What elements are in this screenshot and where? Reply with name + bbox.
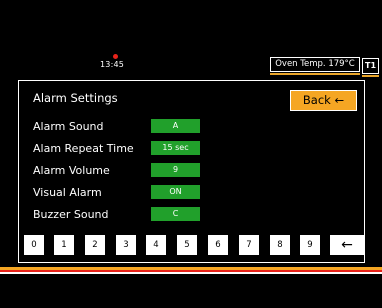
keypad-key-4[interactable]: 4	[146, 235, 166, 255]
alarm-indicator-icon	[113, 54, 118, 59]
setting-value-button[interactable]: A	[151, 119, 200, 133]
keypad-key-1[interactable]: 1	[54, 235, 74, 255]
setting-row-alarm-sound: Alarm Sound A	[33, 119, 333, 135]
oven-temperature-underline	[270, 73, 360, 75]
keypad-key-2[interactable]: 2	[85, 235, 105, 255]
keypad-key-9[interactable]: 9	[300, 235, 320, 255]
numeric-keypad: 0 1 2 3 4 5 6 7 8 9 ←	[24, 235, 374, 255]
setting-value-button[interactable]: ON	[151, 185, 200, 199]
oven-temperature-display: Oven Temp. 179°C	[270, 57, 360, 72]
setting-row-alarm-repeat-time: Alam Repeat Time 15 sec	[33, 141, 333, 157]
setting-row-alarm-volume: Alarm Volume 9	[33, 163, 333, 179]
keypad-key-6[interactable]: 6	[208, 235, 228, 255]
keypad-key-7[interactable]: 7	[239, 235, 259, 255]
back-button[interactable]: Back ←	[290, 90, 357, 111]
keypad-key-8[interactable]: 8	[270, 235, 290, 255]
setting-value-button[interactable]: 15 sec	[151, 141, 200, 155]
setting-row-buzzer-sound: Buzzer Sound C	[33, 207, 333, 223]
keypad-key-3[interactable]: 3	[116, 235, 136, 255]
decor-stripe-white	[0, 272, 382, 274]
tray-badge-underline	[362, 75, 379, 77]
setting-value-button[interactable]: C	[151, 207, 200, 221]
clock-time: 13:45	[100, 60, 125, 69]
tray-badge: T1	[362, 58, 379, 74]
setting-label: Alarm Sound	[33, 120, 104, 133]
panel-title: Alarm Settings	[33, 91, 118, 105]
setting-row-visual-alarm: Visual Alarm ON	[33, 185, 333, 201]
keypad-key-5[interactable]: 5	[177, 235, 197, 255]
setting-label: Alarm Volume	[33, 164, 110, 177]
setting-label: Visual Alarm	[33, 186, 102, 199]
setting-value-button[interactable]: 9	[151, 163, 200, 177]
setting-label: Alam Repeat Time	[33, 142, 134, 155]
setting-label: Buzzer Sound	[33, 208, 109, 221]
keypad-backspace-icon[interactable]: ←	[330, 235, 364, 255]
keypad-key-0[interactable]: 0	[24, 235, 44, 255]
